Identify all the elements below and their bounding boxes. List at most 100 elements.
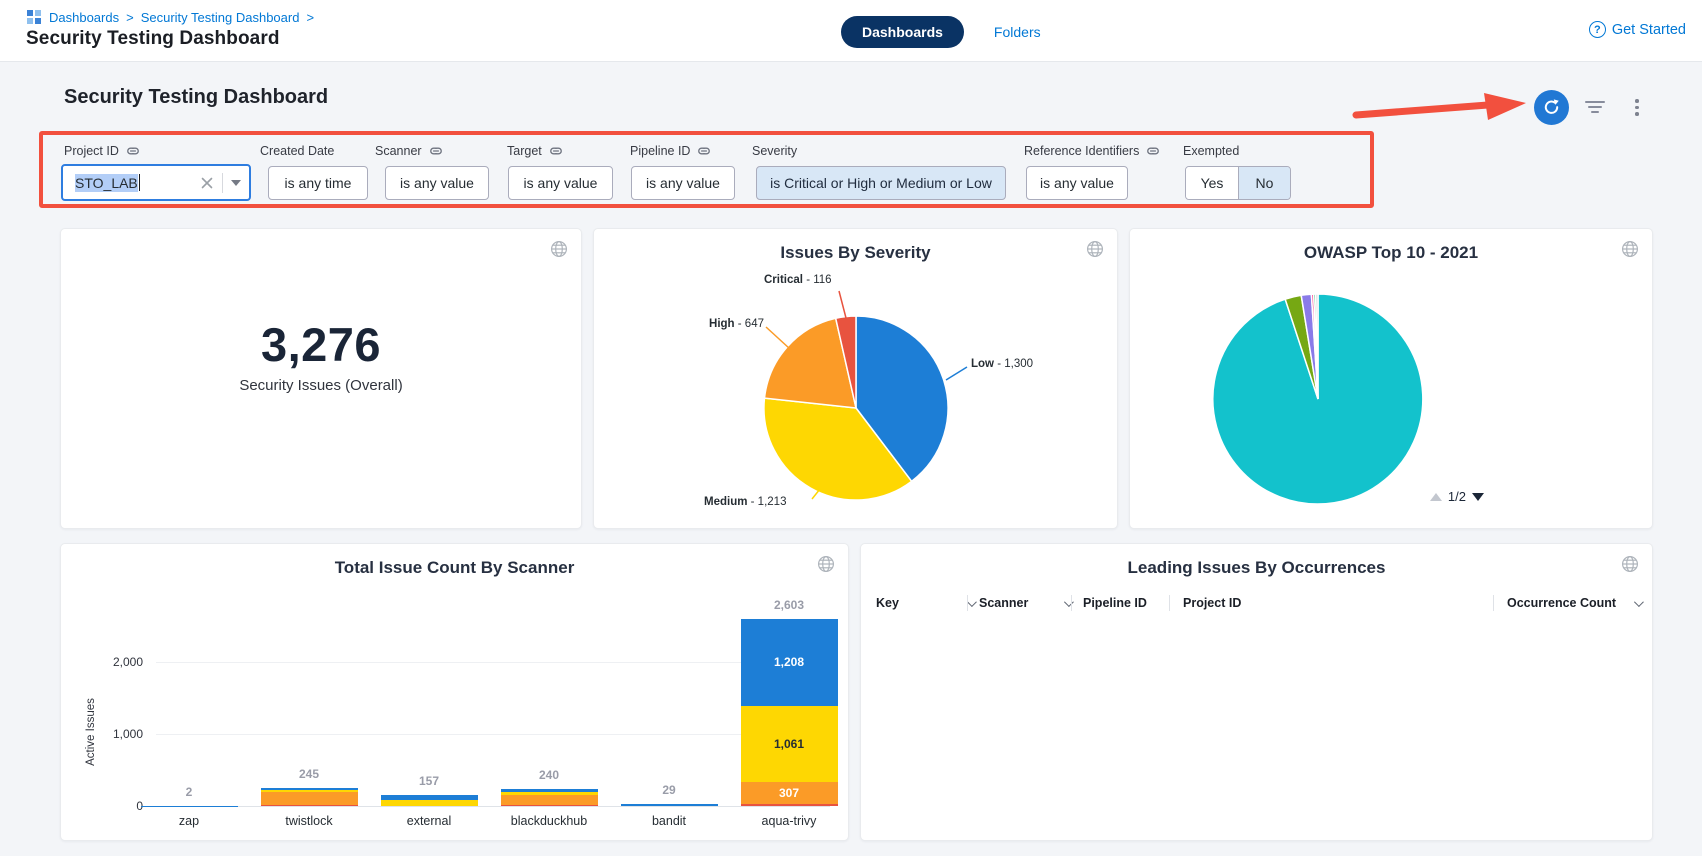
link-icon (696, 144, 712, 158)
exempted-toggle: Yes No (1185, 166, 1291, 200)
pie-leader-line (839, 291, 846, 318)
pie-label-medium: Medium - 1,213 (704, 496, 786, 508)
get-started-link[interactable]: ? Get Started (1589, 21, 1686, 38)
column-header-pipeline-id[interactable]: Pipeline ID (1083, 596, 1147, 610)
filter-label-target: Target (507, 144, 564, 158)
project-id-input[interactable]: STO_LAB (61, 164, 251, 201)
bar-segment-blackduckhub[interactable] (501, 789, 598, 792)
get-started-label: Get Started (1612, 22, 1686, 38)
filter-label-reference-identifiers: Reference Identifiers (1024, 144, 1161, 158)
column-separator (1169, 595, 1170, 611)
y-tick-label: 2,000 (73, 655, 143, 669)
dashboards-grid-icon (27, 10, 42, 25)
filter-chip-reference-identifiers[interactable]: is any value (1026, 166, 1128, 200)
x-category-label: twistlock (249, 814, 369, 828)
bar-segment-aqua-trivy[interactable] (741, 804, 838, 806)
breadcrumb-dashboards[interactable]: Dashboards (49, 10, 119, 25)
sort-chevron-icon (1634, 597, 1644, 607)
x-category-label: zap (129, 814, 249, 828)
refresh-button[interactable] (1534, 90, 1569, 125)
chart-title-leading-issues: Leading Issues By Occurrences (861, 558, 1652, 578)
column-header-project-id[interactable]: Project ID (1183, 596, 1241, 610)
sort-chevron-icon (1064, 597, 1074, 607)
overall-issues-count: 3,276 (61, 317, 581, 372)
filter-label-pipeline-id: Pipeline ID (630, 144, 712, 158)
dashboard-heading: Security Testing Dashboard (64, 86, 328, 109)
bar-segment-blackduckhub[interactable] (501, 795, 598, 805)
clear-icon[interactable] (200, 176, 214, 190)
x-category-label: external (369, 814, 489, 828)
owasp-pie-chart (1130, 229, 1654, 530)
project-id-value: STO_LAB (75, 174, 138, 192)
filter-label-scanner: Scanner (375, 144, 444, 158)
page-indicator: 1/2 (1448, 489, 1466, 504)
card-issues-by-severity: Issues By Severity Critical - 116 High -… (593, 228, 1118, 529)
breadcrumb-separator: > (126, 10, 134, 25)
exempted-no-option[interactable]: No (1238, 167, 1290, 199)
annotation-arrow (1350, 90, 1532, 124)
bar-segment-external[interactable] (381, 800, 478, 806)
bar-total-label: 2 (141, 785, 237, 799)
bar-total-label: 2,603 (741, 598, 837, 612)
tab-folders[interactable]: Folders (994, 24, 1041, 40)
sort-chevron-icon (967, 597, 977, 607)
breadcrumb: Dashboards > Security Testing Dashboard … (27, 10, 314, 25)
kebab-menu-icon[interactable] (1630, 99, 1644, 119)
filter-label-project-id: Project ID (64, 144, 141, 158)
column-header-occurrence-count[interactable]: Occurrence Count (1507, 596, 1641, 610)
breadcrumb-separator: > (306, 10, 314, 25)
filter-chip-pipeline-id[interactable]: is any value (631, 166, 735, 200)
filter-chip-created-date[interactable]: is any time (268, 166, 368, 200)
bar-segment-twistlock[interactable] (261, 792, 358, 806)
bar-segment-external[interactable] (381, 795, 478, 800)
link-icon (428, 144, 444, 158)
bar-segment-blackduckhub[interactable] (501, 792, 598, 795)
view-tabs: Dashboards Folders (841, 16, 1041, 48)
bar-segment-aqua-trivy[interactable]: 1,208 (741, 619, 838, 706)
pie-leader-line (766, 327, 790, 349)
card-total-issue-count-by-scanner: Total Issue Count By Scanner Active Issu… (60, 543, 849, 841)
y-tick-label: 0 (73, 799, 143, 813)
breadcrumb-current[interactable]: Security Testing Dashboard (141, 10, 300, 25)
bar-segment-twistlock[interactable] (261, 788, 358, 789)
card-owasp-top-10: OWASP Top 10 - 2021 1/2 (1129, 228, 1653, 529)
pie-leader-line (946, 367, 967, 380)
filter-chip-severity[interactable]: is Critical or High or Medium or Low (756, 166, 1006, 200)
app-window: Dashboards > Security Testing Dashboard … (0, 0, 1702, 856)
column-header-scanner[interactable]: Scanner (979, 596, 1071, 610)
bar-segment-aqua-trivy[interactable]: 307 (741, 782, 838, 804)
filter-chip-target[interactable]: is any value (508, 166, 613, 200)
link-icon (1145, 144, 1161, 158)
refresh-icon (1542, 98, 1561, 117)
gridline (156, 662, 830, 663)
filter-label-exempted: Exempted (1183, 144, 1239, 158)
exempted-yes-option[interactable]: Yes (1186, 167, 1238, 199)
bar-segment-twistlock[interactable] (261, 790, 358, 792)
filter-icon[interactable] (1584, 101, 1606, 116)
bar-segment-aqua-trivy[interactable]: 1,061 (741, 706, 838, 782)
gridline (156, 734, 830, 735)
bar-total-label: 240 (501, 768, 597, 782)
bar-segment-blackduckhub[interactable] (501, 805, 598, 806)
page-down-icon[interactable] (1472, 493, 1484, 501)
x-category-label: aqua-trivy (729, 814, 849, 828)
tab-dashboards[interactable]: Dashboards (841, 16, 964, 48)
page-up-icon[interactable] (1430, 493, 1442, 501)
globe-icon (550, 240, 568, 258)
page-title: Security Testing Dashboard (26, 28, 280, 50)
overall-issues-label: Security Issues (Overall) (61, 377, 581, 394)
bar-segment-bandit[interactable] (621, 804, 718, 806)
x-category-label: blackduckhub (489, 814, 609, 828)
card-leading-issues-by-occurrences: Leading Issues By Occurrences Key Scanne… (860, 543, 1653, 841)
bar-segment-twistlock[interactable] (261, 805, 358, 806)
text-cursor (139, 174, 141, 191)
dropdown-caret-icon[interactable] (231, 180, 241, 186)
column-separator (1071, 595, 1072, 611)
pie-label-low: Low - 1,300 (971, 358, 1033, 370)
topbar: Dashboards > Security Testing Dashboard … (0, 0, 1702, 62)
filter-chip-scanner[interactable]: is any value (385, 166, 489, 200)
bar-total-label: 245 (261, 767, 357, 781)
owasp-pagination: 1/2 (1430, 489, 1484, 504)
column-header-key[interactable]: Key (876, 596, 974, 610)
link-icon (548, 144, 564, 158)
